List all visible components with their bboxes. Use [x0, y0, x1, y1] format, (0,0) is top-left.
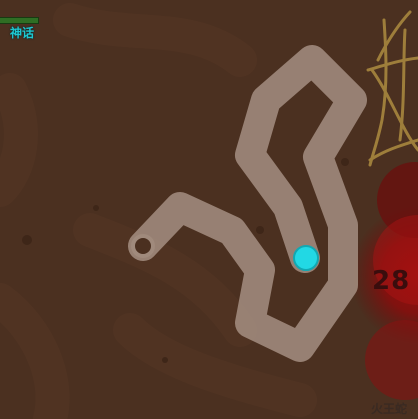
trail-start-ring-icon — [131, 234, 155, 258]
game-world[interactable] — [0, 0, 418, 419]
player-hp-bar — [0, 17, 39, 24]
spider-web-icon — [366, 10, 418, 167]
movement-trail — [128, 45, 367, 362]
player-dot-icon[interactable] — [293, 245, 319, 271]
boss-level-label: 28 — [372, 266, 411, 296]
game-viewport[interactable]: 神话 28 火王蛇 — [0, 0, 418, 419]
boss-name-label: 火王蛇 — [371, 402, 408, 416]
player-name-label: 神话 — [10, 26, 35, 40]
